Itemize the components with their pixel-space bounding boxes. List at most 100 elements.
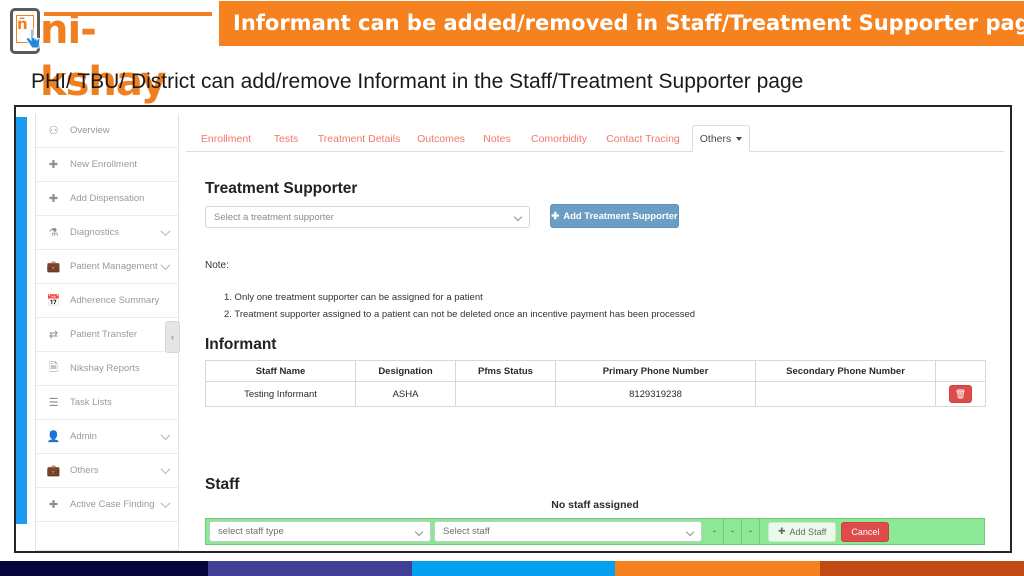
table-body: Testing Informant ASHA 8129319238 🗑 [205,381,986,407]
sidebar-item-task-lists[interactable]: ☰ Task Lists [36,386,178,420]
sidebar-item-label: New Enrollment [70,159,138,170]
sidebar-item-adherence-summary[interactable]: 📅 Adherence Summary [36,284,178,318]
sidebar-item-nikshay-reports[interactable]: 🗎 Nikshay Reports [36,352,178,386]
sidebar-item-label: Adherence Summary [70,295,160,306]
briefcase-medical-icon: 💼 [46,465,61,477]
column-header [935,360,986,382]
informant-heading: Informant [205,336,277,353]
tab-treatment-details[interactable]: Treatment Details [312,125,406,152]
sidebar-item-admin[interactable]: 👤 Admin [36,420,178,454]
sidebar-item-label: Others [70,465,99,476]
banner: Informant can be added/removed in Staff/… [219,1,1024,46]
sidebar-item-label: Add Dispensation [70,193,145,204]
informant-primary-phone: 8129319238 [555,381,756,407]
plus-icon: ✚ [48,193,59,205]
bottom-bar-segment-3 [412,561,615,576]
sidebar-item-label: Patient Management [70,261,158,272]
tab-others[interactable]: Others [692,125,750,152]
tab-label: Treatment Details [317,132,401,145]
chevron-down-icon [160,430,171,441]
bottom-bar-segment-2 [208,561,412,576]
tab-bar: Enrollment Tests Treatment Details Outcomes… [186,125,1004,152]
note-item-2: 2. Treatment supporter assigned to a pat… [224,309,696,320]
informant-designation: ASHA [355,381,456,407]
tab-comorbidity[interactable]: Comorbidity [524,125,594,152]
bottom-bar-segment-5 [820,561,1024,576]
treatment-supporter-select-value: Select a treatment supporter [214,211,334,223]
tab-label: Outcomes [417,132,465,145]
tab-label: Tests [273,132,299,145]
chevron-down-icon [685,527,695,537]
sidebar-item-diagnostics[interactable]: ⚗ Diagnostics [36,216,178,250]
calendar-icon: 📅 [46,295,61,307]
add-treatment-supporter-label: Add Treatment Supporter [563,210,678,222]
file-icon: 🗎 [49,362,58,374]
table-row: Testing Informant ASHA 8129319238 🗑 [205,381,986,407]
tab-enrollment[interactable]: Enrollment [194,125,258,152]
sidebar-item-patient-management[interactable]: 💼 Patient Management [36,250,178,284]
staff-cell-dash-3: - [742,518,760,545]
staff-select[interactable]: Select staff [434,521,702,542]
flask-icon: ⚗ [48,227,59,239]
staff-add-row: select staff type Select staff - - - ✚ A… [205,518,985,545]
treatment-supporter-heading: Treatment Supporter [205,180,358,197]
staff-cell-dash-2: - [724,518,742,545]
treatment-supporter-select[interactable]: Select a treatment supporter [205,206,530,228]
sidebar-item-add-dispensation[interactable]: ✚ Add Dispensation [36,182,178,216]
informant-staff-name: Testing Informant [205,381,356,407]
nikshay-logo: n̄ ni-kshay [4,2,216,105]
sidebar-item-label: Nikshay Reports [70,363,140,374]
informant-table: Staff Name Designation Pfms Status Primary … [205,360,986,407]
staff-empty-message: No staff assigned [551,499,639,511]
add-treatment-supporter-button[interactable]: ✚ Add Treatment Supporter [550,204,679,228]
tab-label: Contact Tracing [606,132,680,145]
sidebar-item-patient-transfer[interactable]: ⇄ Patient Transfer [36,318,178,352]
sidebar-item-label: Task Lists [70,397,112,408]
slide-subtitle: PHI/ TBU/ District can add/remove Inform… [31,70,804,93]
tab-tests[interactable]: Tests [266,125,306,152]
plus-icon: ✚ [48,159,59,171]
list-icon: ☰ [48,397,59,409]
tab-contact-tracing[interactable]: Contact Tracing [600,125,686,152]
bottom-bar-segment-4 [615,561,820,576]
sidebar-item-label: Diagnostics [70,227,120,238]
informant-secondary-phone [755,381,936,407]
sidebar-collapse-toggle[interactable]: ‹ [165,321,180,353]
staff-type-select[interactable]: select staff type [209,521,431,542]
app-screenshot: ⚇ Overview ✚ New Enrollment ✚ Add Dispensatio… [14,105,1012,553]
staff-cell-dash-1: - [706,518,724,545]
column-header: Staff Name [205,360,356,382]
add-staff-label: Add Staff [789,526,827,537]
tab-label: Notes [483,132,511,145]
delete-informant-button[interactable]: 🗑 [949,385,972,403]
bottom-color-bar [0,561,1024,576]
sidebar-item-label: Active Case Finding [70,499,155,510]
tab-label: Comorbidity [530,132,588,145]
plus-icon: ✚ [551,210,560,222]
column-header: Primary Phone Number [555,360,756,382]
note-label: Note: [205,260,229,271]
cancel-staff-button[interactable]: Cancel [841,521,890,542]
sidebar-item-active-case-finding[interactable]: ✚ Active Case Finding [36,488,178,522]
add-staff-button[interactable]: ✚ Add Staff [768,521,837,542]
chevron-down-icon [160,260,171,271]
staff-type-select-value: select staff type [218,526,284,537]
table-header-row: Staff Name Designation Pfms Status Primary … [205,360,986,382]
sidebar-item-others[interactable]: 💼 Others [36,454,178,488]
tab-label: Enrollment [200,132,252,145]
sidebar: ⚇ Overview ✚ New Enrollment ✚ Add Dispensatio… [35,114,179,551]
staff-select-value: Select staff [443,526,490,537]
caret-down-icon [736,136,743,141]
column-header: Pfms Status [455,360,556,382]
informant-pfms-status [455,381,556,407]
sidebar-item-label: Overview [70,125,110,136]
chevron-down-icon [513,212,523,222]
sidebar-item-overview[interactable]: ⚇ Overview [36,114,178,148]
sidebar-item-new-enrollment[interactable]: ✚ New Enrollment [36,148,178,182]
exchange-icon: ⇄ [48,329,59,341]
chevron-down-icon [160,226,171,237]
tab-outcomes[interactable]: Outcomes [412,125,470,152]
slide-root: n̄ ni-kshay Informant can be added/remov… [0,0,1024,576]
tab-notes[interactable]: Notes [476,125,518,152]
column-header: Secondary Phone Number [755,360,936,382]
